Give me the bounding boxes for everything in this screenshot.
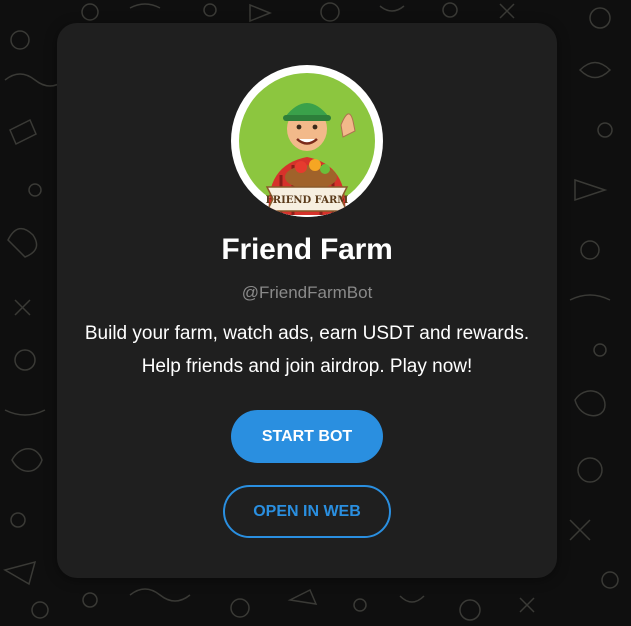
avatar-banner-text: FRIEND FARM [266, 195, 349, 206]
description-line: Help friends and join airdrop. Play now! [141, 356, 473, 377]
bot-title: Friend Farm [221, 233, 393, 266]
bot-description: Build your farm, watch ads, earn USDT an… [67, 317, 547, 383]
start-bot-button[interactable]: START BOT [231, 410, 383, 463]
bot-username: @FriendFarmBot [241, 283, 373, 302]
bot-avatar: FRIEND FARM [231, 65, 383, 217]
open-in-web-button[interactable]: OPEN IN WEB [223, 485, 391, 538]
description-line: Build your farm, watch ads, earn USDT an… [84, 323, 530, 344]
farmer-avatar-image: FRIEND FARM [239, 73, 375, 217]
bot-info-card: FRIEND FARM Friend Farm @FriendFarmBot B… [57, 23, 557, 578]
